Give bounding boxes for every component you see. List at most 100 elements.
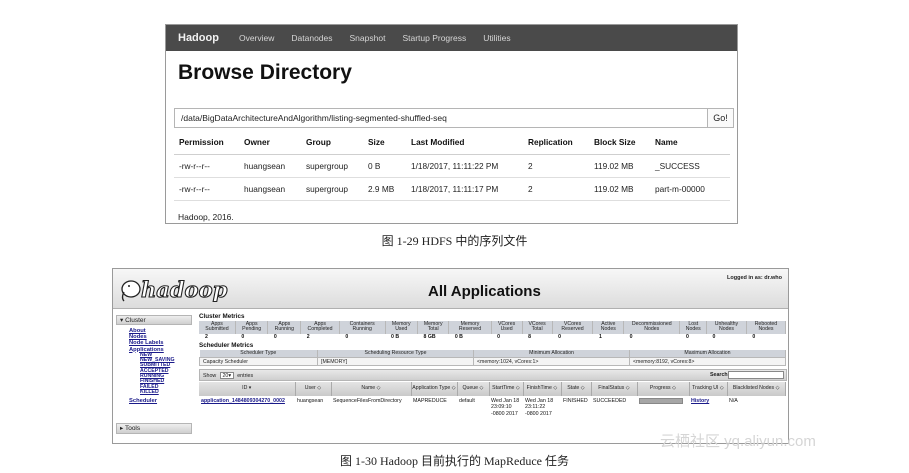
- col-name[interactable]: Name: [650, 130, 730, 155]
- cell-progress: [637, 396, 689, 419]
- col-final-status[interactable]: FinalStatus ◇: [591, 382, 638, 397]
- nav-startup-progress[interactable]: Startup Progress: [402, 33, 466, 43]
- col-block-size[interactable]: Block Size: [589, 130, 650, 155]
- metrics-header-cell: Memory Total: [417, 321, 450, 334]
- cell-name-link[interactable]: _SUCCESS: [650, 154, 730, 178]
- cell-app-name: SequenceFilesFromDirectory: [333, 398, 402, 405]
- col-start-time[interactable]: StartTime ◇: [489, 382, 524, 397]
- cell-permission: -rw-r--r--: [174, 154, 239, 178]
- col-name[interactable]: Name ◇: [331, 382, 412, 397]
- show-entries: Show 20▾ entries: [203, 372, 254, 380]
- metrics-header-cell: Memory Used: [385, 321, 419, 334]
- applications-table: ID ▾ User ◇ Name ◇ Application Type ◇ Qu…: [199, 382, 786, 419]
- cell-block-size: 119.02 MB: [589, 154, 650, 178]
- col-id-label: ID: [242, 385, 248, 392]
- search-input[interactable]: [728, 371, 784, 380]
- nav-utilities[interactable]: Utilities: [483, 33, 510, 43]
- cell-app-type: MAPREDUCE: [413, 398, 447, 405]
- col-group[interactable]: Group: [301, 130, 363, 155]
- col-tracking-ui[interactable]: Tracking UI ◇: [689, 382, 728, 397]
- entries-label: entries: [237, 373, 254, 380]
- hadoop-brand-link[interactable]: Hadoop: [178, 32, 219, 44]
- col-start-label: StartTime: [492, 385, 515, 392]
- sort-icon: ◇: [775, 385, 780, 392]
- col-progress-label: Progress: [649, 385, 671, 392]
- metrics-header-row: Apps Submitted Apps Pending Apps Running Ap…: [199, 321, 787, 334]
- metrics-value-cell: 0: [345, 334, 349, 341]
- progress-bar: [639, 398, 683, 405]
- col-application-type[interactable]: Application Type ◇: [411, 382, 458, 397]
- scheduler-metrics-title: Scheduler Metrics: [199, 341, 254, 349]
- cell-name-link[interactable]: part-m-00000: [650, 177, 730, 201]
- table-row: application_1484809304270_0002 huangsean…: [199, 396, 786, 419]
- metrics-header-cell: Apps Submitted: [199, 321, 236, 334]
- col-owner[interactable]: Owner: [239, 130, 301, 155]
- elephant-icon: hadoop: [121, 276, 228, 303]
- cluster-section-label: Cluster: [125, 317, 146, 324]
- logo-text: hadoop: [141, 277, 228, 302]
- cell-user: huangsean: [297, 398, 324, 405]
- chevron-down-icon: ▾: [228, 373, 232, 380]
- cell-finish-time: Wed Jan 18 23:11:22 -0800 2017: [525, 398, 554, 417]
- metrics-value-cell: 0: [712, 334, 716, 341]
- sidebar-item-nodes[interactable]: Nodes: [129, 334, 147, 340]
- app-state-links: NEW NEW_SAVING SUBMITTED ACCEPTED RUNNIN…: [116, 352, 192, 395]
- nav-snapshot[interactable]: Snapshot: [350, 33, 386, 43]
- search-label: Search:: [710, 372, 730, 379]
- sidebar-item-node-labels[interactable]: Node Labels: [129, 340, 163, 346]
- logged-in-status: Logged in as: dr.who: [727, 275, 782, 281]
- col-last-modified[interactable]: Last Modified: [406, 130, 523, 155]
- col-replication[interactable]: Replication: [523, 130, 589, 155]
- tools-section-toggle[interactable]: ▸ Tools: [116, 423, 192, 434]
- sidebar-item-killed[interactable]: KILLED: [140, 389, 159, 395]
- show-label: Show: [203, 373, 217, 380]
- top-navbar: Hadoop Overview Datanodes Snapshot Start…: [166, 25, 737, 51]
- col-final-label: FinalStatus: [598, 385, 625, 392]
- col-blacklisted-nodes[interactable]: Blacklisted Nodes ◇: [727, 382, 786, 397]
- col-finish-time[interactable]: FinishTime ◇: [523, 382, 562, 397]
- col-id[interactable]: ID ▾: [199, 382, 296, 397]
- cluster-section-toggle[interactable]: ▾ Cluster: [116, 315, 192, 325]
- metrics-header-cell: Lost Nodes: [679, 321, 708, 334]
- metrics-header-cell: VCores Reserved: [552, 321, 594, 334]
- scheduler-metrics-table: Scheduler Type Scheduling Resource Type …: [199, 349, 786, 367]
- sort-icon: ▾: [248, 385, 252, 392]
- col-progress[interactable]: Progress ◇: [637, 382, 690, 397]
- footer-text: Hadoop, 2016.: [178, 212, 234, 222]
- sidebar-item-scheduler[interactable]: Scheduler: [129, 398, 157, 404]
- table-row: -rw-r--r-- huangsean supergroup 2.9 MB 1…: [174, 177, 730, 201]
- metrics-header-cell: Apps Running: [267, 321, 302, 334]
- col-permission[interactable]: Permission: [174, 130, 239, 155]
- entries-select[interactable]: 20▾: [219, 372, 234, 380]
- metrics-value-cell: 0 B: [454, 334, 463, 341]
- apps-header-row: ID ▾ User ◇ Name ◇ Application Type ◇ Qu…: [199, 382, 786, 397]
- application-id-link[interactable]: application_1484809304270_0002: [201, 398, 285, 404]
- col-state[interactable]: State ◇: [561, 382, 592, 397]
- cell-start-time: Wed Jan 18 23:09:10 -0800 2017: [491, 398, 520, 417]
- col-type-label: Application Type: [412, 385, 451, 392]
- metrics-header-cell: VCores Total: [522, 321, 553, 334]
- col-user[interactable]: User ◇: [295, 382, 332, 397]
- cluster-metrics-title: Cluster Metrics: [199, 313, 245, 320]
- cell-last-modified: 1/18/2017, 11:11:17 PM: [406, 177, 523, 201]
- cell-permission: -rw-r--r--: [174, 177, 239, 201]
- hadoop-elephant-logo[interactable]: hadoop: [119, 274, 239, 304]
- nav-overview[interactable]: Overview: [239, 33, 274, 43]
- cell-queue: default: [459, 398, 475, 405]
- col-queue[interactable]: Queue ◇: [457, 382, 490, 397]
- scheduler-link-wrap: Scheduler: [116, 395, 192, 404]
- col-finish-label: FinishTime: [526, 385, 552, 392]
- metrics-value-cell: 0: [497, 334, 500, 341]
- col-user-label: User: [304, 385, 316, 392]
- metrics-header-cell: Rebooted Nodes: [746, 321, 787, 334]
- path-input[interactable]: [174, 108, 708, 128]
- sort-icon: ◇: [625, 385, 630, 392]
- col-size[interactable]: Size: [363, 130, 406, 155]
- go-button[interactable]: Go!: [707, 108, 734, 128]
- sidebar-item-about[interactable]: About: [129, 328, 146, 334]
- nav-datanodes[interactable]: Datanodes: [291, 33, 332, 43]
- cell-min-allocation: <memory:1024, vCores:1>: [473, 357, 630, 367]
- yarn-header: hadoop All Applications Logged in as: dr…: [113, 269, 788, 309]
- metrics-value-cell: 0: [558, 334, 561, 341]
- history-link[interactable]: History: [691, 398, 709, 404]
